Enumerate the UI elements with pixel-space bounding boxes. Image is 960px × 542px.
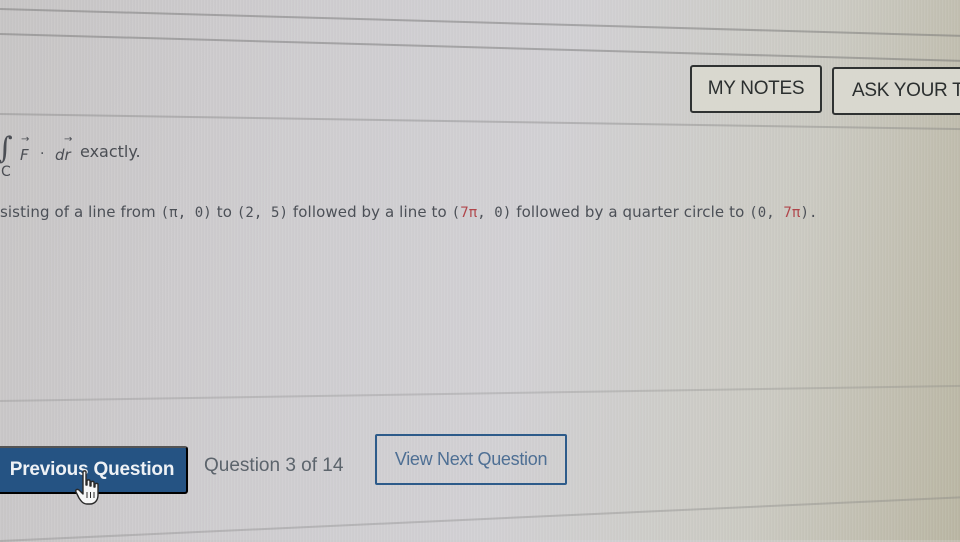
divider-line	[0, 384, 960, 402]
point-4: (0, 7π).	[749, 205, 817, 221]
integral-sign-icon: ∫	[0, 131, 13, 166]
question-counter: Question 3 of 14	[204, 455, 344, 476]
vector-dr: → dr	[55, 134, 72, 164]
point-1: (π, 0)	[160, 205, 212, 221]
divider-line	[0, 33, 960, 63]
point-3-close: , 0)	[477, 205, 512, 221]
previous-question-button[interactable]: Previous Question	[0, 446, 188, 494]
divider-line	[0, 113, 960, 131]
point-3-value: 7π	[460, 205, 478, 221]
integral-subscript: C	[1, 164, 11, 180]
point-4-close: ).	[800, 205, 818, 221]
point-3-open: (	[451, 205, 461, 221]
curve-text: sisting of a line from	[0, 203, 161, 221]
divider-line	[0, 8, 960, 38]
point-2: (2, 5)	[236, 205, 289, 221]
curve-text: to	[211, 203, 237, 221]
point-3: (7π, 0)	[452, 205, 512, 221]
point-4-value: 7π	[783, 205, 801, 221]
prompt-tail: exactly.	[80, 142, 141, 161]
my-notes-button[interactable]: MY NOTES	[690, 65, 822, 113]
vector-arrow-icon: →	[64, 134, 73, 145]
point-4-open: (0,	[749, 205, 784, 221]
view-next-question-button[interactable]: View Next Question	[375, 434, 567, 485]
ask-your-teacher-button[interactable]: ASK YOUR TE	[832, 67, 960, 115]
dot-operator: ·	[40, 146, 45, 162]
curve-description: sisting of a line from (π, 0) to (2, 5) …	[0, 203, 818, 221]
vector-f: → F	[20, 134, 29, 164]
curve-text: followed by a quarter circle to	[511, 203, 750, 221]
vector-f-label: F	[20, 146, 29, 164]
curve-text: followed by a line to	[288, 203, 452, 221]
vector-arrow-icon: →	[21, 134, 30, 145]
vector-dr-label: dr	[55, 146, 71, 164]
divider-line	[0, 495, 960, 542]
